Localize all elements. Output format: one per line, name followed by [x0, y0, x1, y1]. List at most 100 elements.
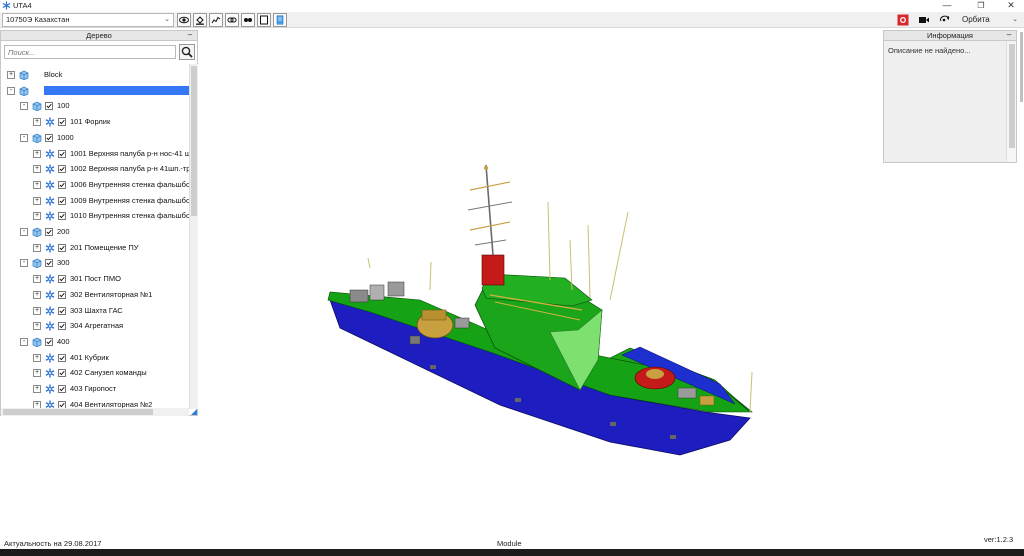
expand-icon[interactable]: +: [33, 243, 41, 252]
paint-bucket-button[interactable]: [193, 13, 207, 27]
visibility-checkbox[interactable]: [58, 353, 66, 362]
collapse-icon[interactable]: -: [20, 228, 28, 236]
tree-node[interactable]: +303 Шахта ГАС: [1, 304, 189, 318]
expand-icon[interactable]: +: [33, 118, 41, 127]
collapse-icon[interactable]: -: [20, 337, 28, 346]
tree-node[interactable]: +401 Кубрик: [1, 351, 189, 365]
tree-node[interactable]: - 200: [1, 225, 189, 239]
tree-node[interactable]: + Block: [1, 68, 189, 82]
expand-icon[interactable]: +: [33, 322, 41, 331]
tree-node[interactable]: - 400: [1, 335, 189, 349]
tree-node[interactable]: +1009 Внутренняя стенка фальшбо: [1, 194, 189, 208]
video-camera-icon[interactable]: [918, 14, 930, 26]
expand-icon[interactable]: +: [33, 290, 41, 299]
glasses-button[interactable]: [241, 13, 255, 27]
visibility-checkbox[interactable]: [58, 196, 66, 205]
expand-icon[interactable]: +: [33, 275, 41, 284]
expand-icon[interactable]: +: [33, 306, 41, 315]
visibility-checkbox[interactable]: [58, 290, 66, 299]
search-button[interactable]: [179, 44, 195, 60]
visibility-checkbox[interactable]: [58, 118, 66, 127]
title-bar: UTA4 — ❐ ✕: [0, 0, 1024, 12]
tree-node-label: 303 Шахта ГАС: [70, 305, 123, 315]
visibility-checkbox[interactable]: [45, 259, 53, 268]
tree-node[interactable]: +304 Агрегатная: [1, 319, 189, 333]
link-icon: [227, 17, 237, 23]
scroll-thumb[interactable]: [191, 66, 197, 216]
chart-line-button[interactable]: [209, 13, 223, 27]
tree-node[interactable]: +101 Форлик: [1, 115, 189, 129]
collapse-icon[interactable]: -: [20, 259, 28, 268]
tree-view: + Block - Module - 100 +101 Форлик - 1000 +1001 В…: [1, 64, 189, 409]
visibility-checkbox[interactable]: [58, 212, 66, 221]
collapse-icon[interactable]: -: [20, 133, 28, 142]
tree-node-label: 401 Кубрик: [70, 352, 109, 362]
expand-icon[interactable]: +: [33, 369, 41, 378]
expand-icon[interactable]: +: [33, 385, 41, 393]
scroll-thumb[interactable]: [3, 409, 153, 415]
document-button[interactable]: [273, 13, 287, 27]
expand-icon[interactable]: +: [7, 71, 15, 79]
eye-button[interactable]: [177, 13, 191, 27]
tree-node[interactable]: - 1000: [1, 131, 189, 145]
viewport-scrollbar[interactable]: [1018, 28, 1024, 543]
expand-icon[interactable]: +: [33, 196, 41, 205]
tree-node[interactable]: +402 Санузел команды: [1, 366, 189, 380]
ship-model-3d[interactable]: [310, 150, 780, 470]
visibility-checkbox[interactable]: [58, 369, 66, 378]
tree-node[interactable]: - 100: [1, 99, 189, 113]
tree-node[interactable]: - 300: [1, 256, 189, 270]
tree-horizontal-scrollbar[interactable]: [1, 408, 189, 416]
visibility-checkbox[interactable]: [58, 180, 66, 189]
expand-icon[interactable]: +: [33, 212, 41, 221]
visibility-checkbox[interactable]: [58, 385, 66, 393]
visibility-checkbox[interactable]: [58, 165, 66, 174]
tree-node-label: 101 Форлик: [70, 117, 111, 127]
visibility-checkbox[interactable]: [45, 228, 53, 236]
visibility-checkbox[interactable]: [58, 306, 66, 315]
tree-node[interactable]: +201 Помещение ПУ: [1, 241, 189, 255]
tree-node-label: 1002 Верхняя палуба р-н 41шп.-тр: [70, 164, 189, 174]
scroll-thumb[interactable]: [1009, 44, 1015, 148]
tree-node[interactable]: +1001 Верхняя палуба р-н нос-41 ш: [1, 147, 189, 161]
scroll-thumb[interactable]: [1020, 32, 1023, 102]
visibility-checkbox[interactable]: [58, 243, 66, 252]
close-button[interactable]: ✕: [996, 0, 1024, 12]
expand-icon[interactable]: +: [33, 180, 41, 189]
minimize-panel-icon[interactable]: –: [1005, 31, 1013, 39]
info-vertical-scrollbar[interactable]: [1006, 42, 1016, 162]
minimize-panel-icon[interactable]: –: [186, 31, 194, 39]
tree-node[interactable]: +302 Вентиляторная №1: [1, 288, 189, 302]
antenna: [429, 261, 432, 291]
visibility-checkbox[interactable]: [58, 322, 66, 331]
minimize-button[interactable]: —: [932, 0, 962, 12]
expand-icon[interactable]: +: [33, 149, 41, 158]
tree-node[interactable]: +1006 Внутренняя стенка фальшбо: [1, 178, 189, 192]
tree-node[interactable]: +403 Гиропост: [1, 382, 189, 396]
visibility-checkbox[interactable]: [58, 149, 66, 158]
project-select[interactable]: 10750Э Казахстан ⌄: [2, 13, 174, 27]
resize-grip-icon[interactable]: [189, 408, 198, 416]
expand-icon[interactable]: +: [33, 165, 41, 174]
tree-node[interactable]: +1002 Верхняя палуба р-н 41шп.-тр: [1, 162, 189, 176]
tree-vertical-scrollbar[interactable]: [189, 64, 198, 409]
stop-record-icon[interactable]: [897, 14, 909, 26]
tree-node-label: 402 Санузел команды: [70, 368, 147, 378]
visibility-checkbox[interactable]: [45, 133, 53, 142]
expand-icon[interactable]: +: [33, 353, 41, 362]
tree-node-label: 1000: [57, 132, 74, 142]
frame-button[interactable]: [257, 13, 271, 27]
maximize-button[interactable]: ❐: [966, 0, 996, 12]
tree-node[interactable]: - Module: [1, 84, 189, 98]
search-input[interactable]: [4, 45, 176, 59]
visibility-checkbox[interactable]: [45, 102, 53, 111]
tree-node[interactable]: +301 Пост ПМО: [1, 272, 189, 286]
collapse-icon[interactable]: -: [7, 86, 15, 95]
collapse-icon[interactable]: -: [20, 102, 28, 111]
tree-node[interactable]: +1010 Внутренняя стенка фальшбо: [1, 209, 189, 223]
link-button[interactable]: [225, 13, 239, 27]
mode-select[interactable]: Орбита ⌄: [936, 13, 1022, 27]
visibility-checkbox[interactable]: [58, 275, 66, 284]
visibility-checkbox[interactable]: [45, 337, 53, 346]
tree-panel: Дерево – + Block - Module - 100 +101 Форлик - 10…: [0, 30, 198, 416]
